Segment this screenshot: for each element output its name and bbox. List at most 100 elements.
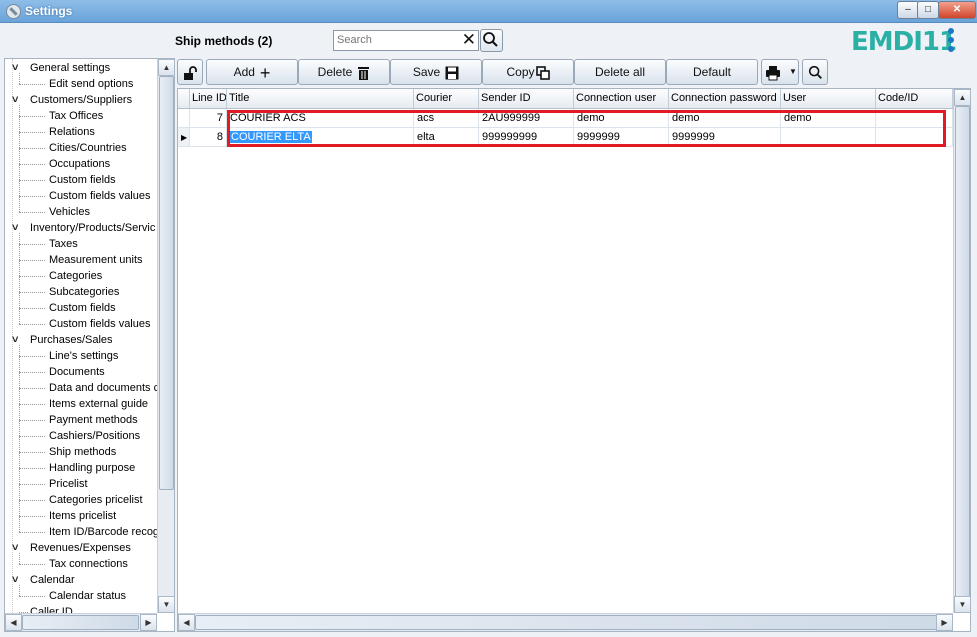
default-button[interactable]: Default: [666, 59, 758, 85]
tree-item[interactable]: Measurement units: [5, 252, 157, 268]
tree-item[interactable]: Custom fields values: [5, 316, 157, 332]
scroll-right-button[interactable]: ▶: [936, 614, 953, 631]
tree-group[interactable]: ˅ Calendar: [5, 572, 157, 588]
column-header[interactable]: Sender ID: [479, 89, 574, 108]
tree-horizontal-scrollbar[interactable]: ◀ ▶: [5, 613, 157, 631]
column-header[interactable]: Connection password: [669, 89, 781, 108]
tree-item[interactable]: Calendar status: [5, 588, 157, 604]
column-header[interactable]: Code/ID: [876, 89, 953, 108]
tree-item[interactable]: Taxes: [5, 236, 157, 252]
tree-item[interactable]: Line's settings: [5, 348, 157, 364]
tree-item[interactable]: Ship methods: [5, 444, 157, 460]
scroll-up-button[interactable]: ▲: [954, 89, 971, 106]
cell-code-id[interactable]: [876, 128, 953, 147]
tree-item[interactable]: Cashiers/Positions: [5, 428, 157, 444]
expand-toggle-icon[interactable]: ˅: [12, 540, 18, 556]
clear-search-icon[interactable]: ✕: [462, 31, 476, 49]
tree-group[interactable]: ˅ Purchases/Sales: [5, 332, 157, 348]
cell-title[interactable]: COURIER ELTA: [227, 128, 414, 147]
tree-item[interactable]: Relations: [5, 124, 157, 140]
expand-toggle-icon[interactable]: ˅: [12, 220, 18, 236]
expand-toggle-icon[interactable]: ˅: [12, 92, 18, 108]
tree-item[interactable]: Documents: [5, 364, 157, 380]
table-row[interactable]: ▶ 8 COURIER ELTA elta 999999999 9999999 …: [178, 128, 953, 147]
column-header[interactable]: Title: [227, 89, 414, 108]
tree-item[interactable]: Custom fields values: [5, 188, 157, 204]
scroll-down-button[interactable]: ▼: [158, 596, 175, 613]
cell-connection-user[interactable]: demo: [574, 109, 669, 128]
save-button[interactable]: Save: [390, 59, 482, 85]
expand-toggle-icon[interactable]: ˅: [12, 60, 18, 76]
expand-toggle-icon[interactable]: ˅: [12, 572, 18, 588]
tree-item[interactable]: Tax connections: [5, 556, 157, 572]
grid-horizontal-scrollbar[interactable]: ◀ ▶: [178, 613, 953, 631]
tree-group[interactable]: ˅ General settings: [5, 60, 157, 76]
tree-item[interactable]: Custom fields: [5, 300, 157, 316]
tree-item[interactable]: Categories pricelist: [5, 492, 157, 508]
expand-toggle-icon[interactable]: ˅: [12, 332, 18, 348]
tree-item[interactable]: Vehicles: [5, 204, 157, 220]
tree-item[interactable]: Items pricelist: [5, 508, 157, 524]
tree-item[interactable]: Data and documents c: [5, 380, 157, 396]
cell-code-id[interactable]: [876, 109, 953, 128]
delete-all-button[interactable]: Delete all: [574, 59, 666, 85]
tree-item[interactable]: Subcategories: [5, 284, 157, 300]
tree-item[interactable]: Payment methods: [5, 412, 157, 428]
print-dropdown-icon[interactable]: ▼: [789, 60, 797, 84]
cell-sender-id[interactable]: 2AU999999: [479, 109, 574, 128]
cell-user[interactable]: [781, 128, 876, 147]
close-button[interactable]: ✕: [938, 1, 976, 19]
find-button[interactable]: [802, 59, 828, 85]
tree-item[interactable]: Handling purpose: [5, 460, 157, 476]
delete-button[interactable]: Delete: [298, 59, 390, 85]
tree-item[interactable]: Custom fields: [5, 172, 157, 188]
cell-connection-password[interactable]: 9999999: [669, 128, 781, 147]
scroll-thumb[interactable]: [159, 76, 174, 490]
column-header[interactable]: Courier: [414, 89, 479, 108]
scroll-down-button[interactable]: ▼: [954, 596, 971, 613]
current-row-indicator[interactable]: ▶: [178, 128, 190, 147]
h-scroll-thumb[interactable]: [195, 615, 937, 630]
more-options-icon[interactable]: [948, 28, 954, 54]
cell-connection-user[interactable]: 9999999: [574, 128, 669, 147]
column-header[interactable]: Line ID: [190, 89, 227, 108]
tree-item[interactable]: Cities/Countries: [5, 140, 157, 156]
print-button[interactable]: ▼: [761, 59, 799, 85]
scroll-right-button[interactable]: ▶: [140, 614, 157, 631]
tree-item[interactable]: Pricelist: [5, 476, 157, 492]
unlock-button[interactable]: [177, 59, 203, 85]
table-row[interactable]: 7 COURIER ACS acs 2AU999999 demo demo de…: [178, 109, 953, 128]
tree-vertical-scrollbar[interactable]: ▲ ▼: [157, 59, 175, 613]
cell-courier[interactable]: acs: [414, 109, 479, 128]
search-button[interactable]: [480, 29, 503, 52]
column-header[interactable]: User: [781, 89, 876, 108]
search-input[interactable]: [334, 31, 458, 48]
tree-item[interactable]: Occupations: [5, 156, 157, 172]
tree-group[interactable]: ˅ Inventory/Products/Servic: [5, 220, 157, 236]
h-scroll-thumb[interactable]: [22, 615, 139, 630]
cell-courier[interactable]: elta: [414, 128, 479, 147]
tree-group[interactable]: ˅ Revenues/Expenses: [5, 540, 157, 556]
add-button[interactable]: Add +: [206, 59, 298, 85]
tree-item[interactable]: Tax Offices: [5, 108, 157, 124]
cell-sender-id[interactable]: 999999999: [479, 128, 574, 147]
scroll-left-button[interactable]: ◀: [5, 614, 22, 631]
scroll-thumb[interactable]: [955, 106, 970, 598]
row-indicator[interactable]: [178, 109, 190, 128]
tree-item[interactable]: Item ID/Barcode recog: [5, 524, 157, 540]
tree-item[interactable]: Items external guide: [5, 396, 157, 412]
grid-vertical-scrollbar[interactable]: ▲ ▼: [953, 89, 971, 613]
cell-connection-password[interactable]: demo: [669, 109, 781, 128]
tree-group[interactable]: Caller ID: [5, 604, 157, 613]
maximize-button[interactable]: □: [917, 1, 939, 19]
tree-group[interactable]: ˅ Customers/Suppliers: [5, 92, 157, 108]
scroll-left-button[interactable]: ◀: [178, 614, 195, 631]
tree-item[interactable]: Edit send options: [5, 76, 157, 92]
tree-item[interactable]: Categories: [5, 268, 157, 284]
title-bar[interactable]: Settings – □ ✕: [0, 0, 977, 23]
column-header[interactable]: Connection user: [574, 89, 669, 108]
cell-line-id[interactable]: 8: [190, 128, 227, 147]
cell-user[interactable]: demo: [781, 109, 876, 128]
copy-button[interactable]: Copy: [482, 59, 574, 85]
cell-title[interactable]: COURIER ACS: [227, 109, 414, 128]
